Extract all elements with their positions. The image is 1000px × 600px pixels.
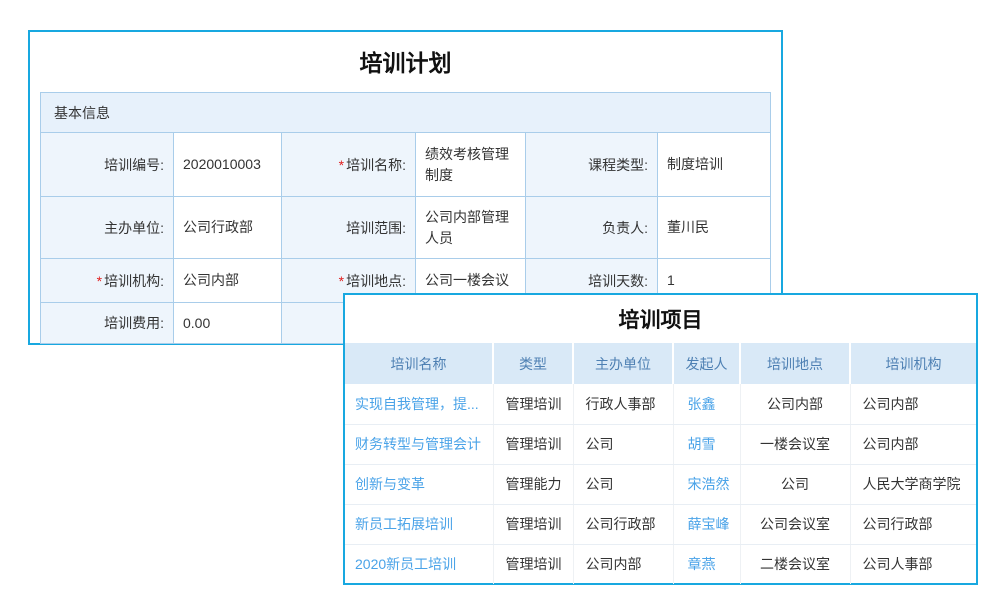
field-label: *培训机构: [41,259,174,303]
column-header-org: 主办单位 [573,343,673,384]
project-inst-cell: 人民大学商学院 [850,464,976,504]
sponsor-link[interactable]: 章燕 [688,556,716,572]
sponsor-link[interactable]: 胡雪 [688,436,716,452]
project-place-cell: 公司会议室 [740,504,850,544]
table-header-row: 培训名称 类型 主办单位 发起人 培训地点 培训机构 [345,343,976,384]
training-projects-panel: 培训项目 培训名称 类型 主办单位 发起人 培训地点 培训机构 实现自我管理，提… [343,293,978,585]
field-value: 绩效考核管理制度 [416,133,526,197]
table-row: 2020新员工培训 管理培训 公司内部 章燕 二楼会议室 公司人事部 [345,544,976,584]
project-inst-cell: 公司人事部 [850,544,976,584]
table-row: 实现自我管理，提... 管理培训 行政人事部 张鑫 公司内部 公司内部 [345,384,976,424]
field-label: *培训名称: [282,133,416,197]
project-name-cell: 创新与变革 [345,464,493,504]
field-label: 课程类型: [526,133,658,197]
field-label-text: 培训机构: [104,273,164,289]
column-header-inst: 培训机构 [850,343,976,384]
field-label-text: 培训范围: [346,220,406,236]
project-type-cell: 管理能力 [493,464,573,504]
project-name-link[interactable]: 实现自我管理，提... [355,396,479,412]
project-inst-cell: 公司内部 [850,424,976,464]
field-value: 董川民 [658,197,771,259]
project-org-cell: 公司 [573,424,673,464]
table-row: 新员工拓展培训 管理培训 公司行政部 薛宝峰 公司会议室 公司行政部 [345,504,976,544]
required-asterisk: * [339,157,344,173]
project-inst-cell: 公司行政部 [850,504,976,544]
project-type-cell: 管理培训 [493,504,573,544]
column-header-type: 类型 [493,343,573,384]
project-org-cell: 公司内部 [573,544,673,584]
field-label-text: 培训天数: [588,273,648,289]
training-plan-title: 培训计划 [30,32,781,92]
column-header-place: 培训地点 [740,343,850,384]
column-header-sponsor: 发起人 [673,343,740,384]
project-sponsor-cell: 章燕 [673,544,740,584]
project-name-cell: 新员工拓展培训 [345,504,493,544]
field-label: 培训费用: [41,303,174,344]
project-type-cell: 管理培训 [493,544,573,584]
field-label-text: 培训地点: [346,273,406,289]
project-name-link[interactable]: 新员工拓展培训 [355,516,453,532]
project-name-cell: 财务转型与管理会计 [345,424,493,464]
project-name-cell: 实现自我管理，提... [345,384,493,424]
field-label-text: 培训名称: [346,157,406,173]
project-inst-cell: 公司内部 [850,384,976,424]
section-header: 基本信息 [41,93,771,133]
table-row: 财务转型与管理会计 管理培训 公司 胡雪 一楼会议室 公司内部 [345,424,976,464]
required-asterisk: * [339,273,344,289]
field-label-text: 负责人: [602,220,648,236]
section-header-row: 基本信息 [41,93,771,133]
field-label: 培训编号: [41,133,174,197]
project-type-cell: 管理培训 [493,424,573,464]
project-type-cell: 管理培训 [493,384,573,424]
field-label-text: 主办单位: [104,220,164,236]
training-projects-table: 培训名称 类型 主办单位 发起人 培训地点 培训机构 实现自我管理，提... 管… [345,343,976,584]
project-org-cell: 公司行政部 [573,504,673,544]
field-label-text: 培训编号: [104,157,164,173]
project-name-cell: 2020新员工培训 [345,544,493,584]
form-row-2: 主办单位: 公司行政部 培训范围: 公司内部管理人员 负责人: 董川民 [41,197,771,259]
field-value: 公司内部 [174,259,282,303]
field-value: 2020010003 [174,133,282,197]
training-projects-title: 培训项目 [345,295,976,343]
project-org-cell: 公司 [573,464,673,504]
project-sponsor-cell: 宋浩然 [673,464,740,504]
screen: 培训计划 基本信息 培训编号: 2020010003 *培训名称: 绩效考核管理… [0,0,1000,600]
field-label: 负责人: [526,197,658,259]
field-value: 公司内部管理人员 [416,197,526,259]
form-row-1: 培训编号: 2020010003 *培训名称: 绩效考核管理制度 课程类型: 制… [41,133,771,197]
project-name-link[interactable]: 2020新员工培训 [355,556,456,572]
field-label: 主办单位: [41,197,174,259]
project-place-cell: 公司 [740,464,850,504]
required-asterisk: * [97,273,102,289]
sponsor-link[interactable]: 薛宝峰 [688,516,730,532]
column-header-name: 培训名称 [345,343,493,384]
field-value: 0.00 [174,303,282,344]
project-sponsor-cell: 胡雪 [673,424,740,464]
project-name-link[interactable]: 创新与变革 [355,476,425,492]
field-label-text: 培训费用: [104,315,164,331]
sponsor-link[interactable]: 宋浩然 [688,476,730,492]
project-org-cell: 行政人事部 [573,384,673,424]
project-place-cell: 二楼会议室 [740,544,850,584]
project-place-cell: 一楼会议室 [740,424,850,464]
sponsor-link[interactable]: 张鑫 [688,396,716,412]
project-name-link[interactable]: 财务转型与管理会计 [355,436,481,452]
field-label: 培训范围: [282,197,416,259]
table-row: 创新与变革 管理能力 公司 宋浩然 公司 人民大学商学院 [345,464,976,504]
project-sponsor-cell: 薛宝峰 [673,504,740,544]
project-place-cell: 公司内部 [740,384,850,424]
project-sponsor-cell: 张鑫 [673,384,740,424]
field-value: 公司行政部 [174,197,282,259]
field-value: 制度培训 [658,133,771,197]
field-label-text: 课程类型: [588,157,648,173]
